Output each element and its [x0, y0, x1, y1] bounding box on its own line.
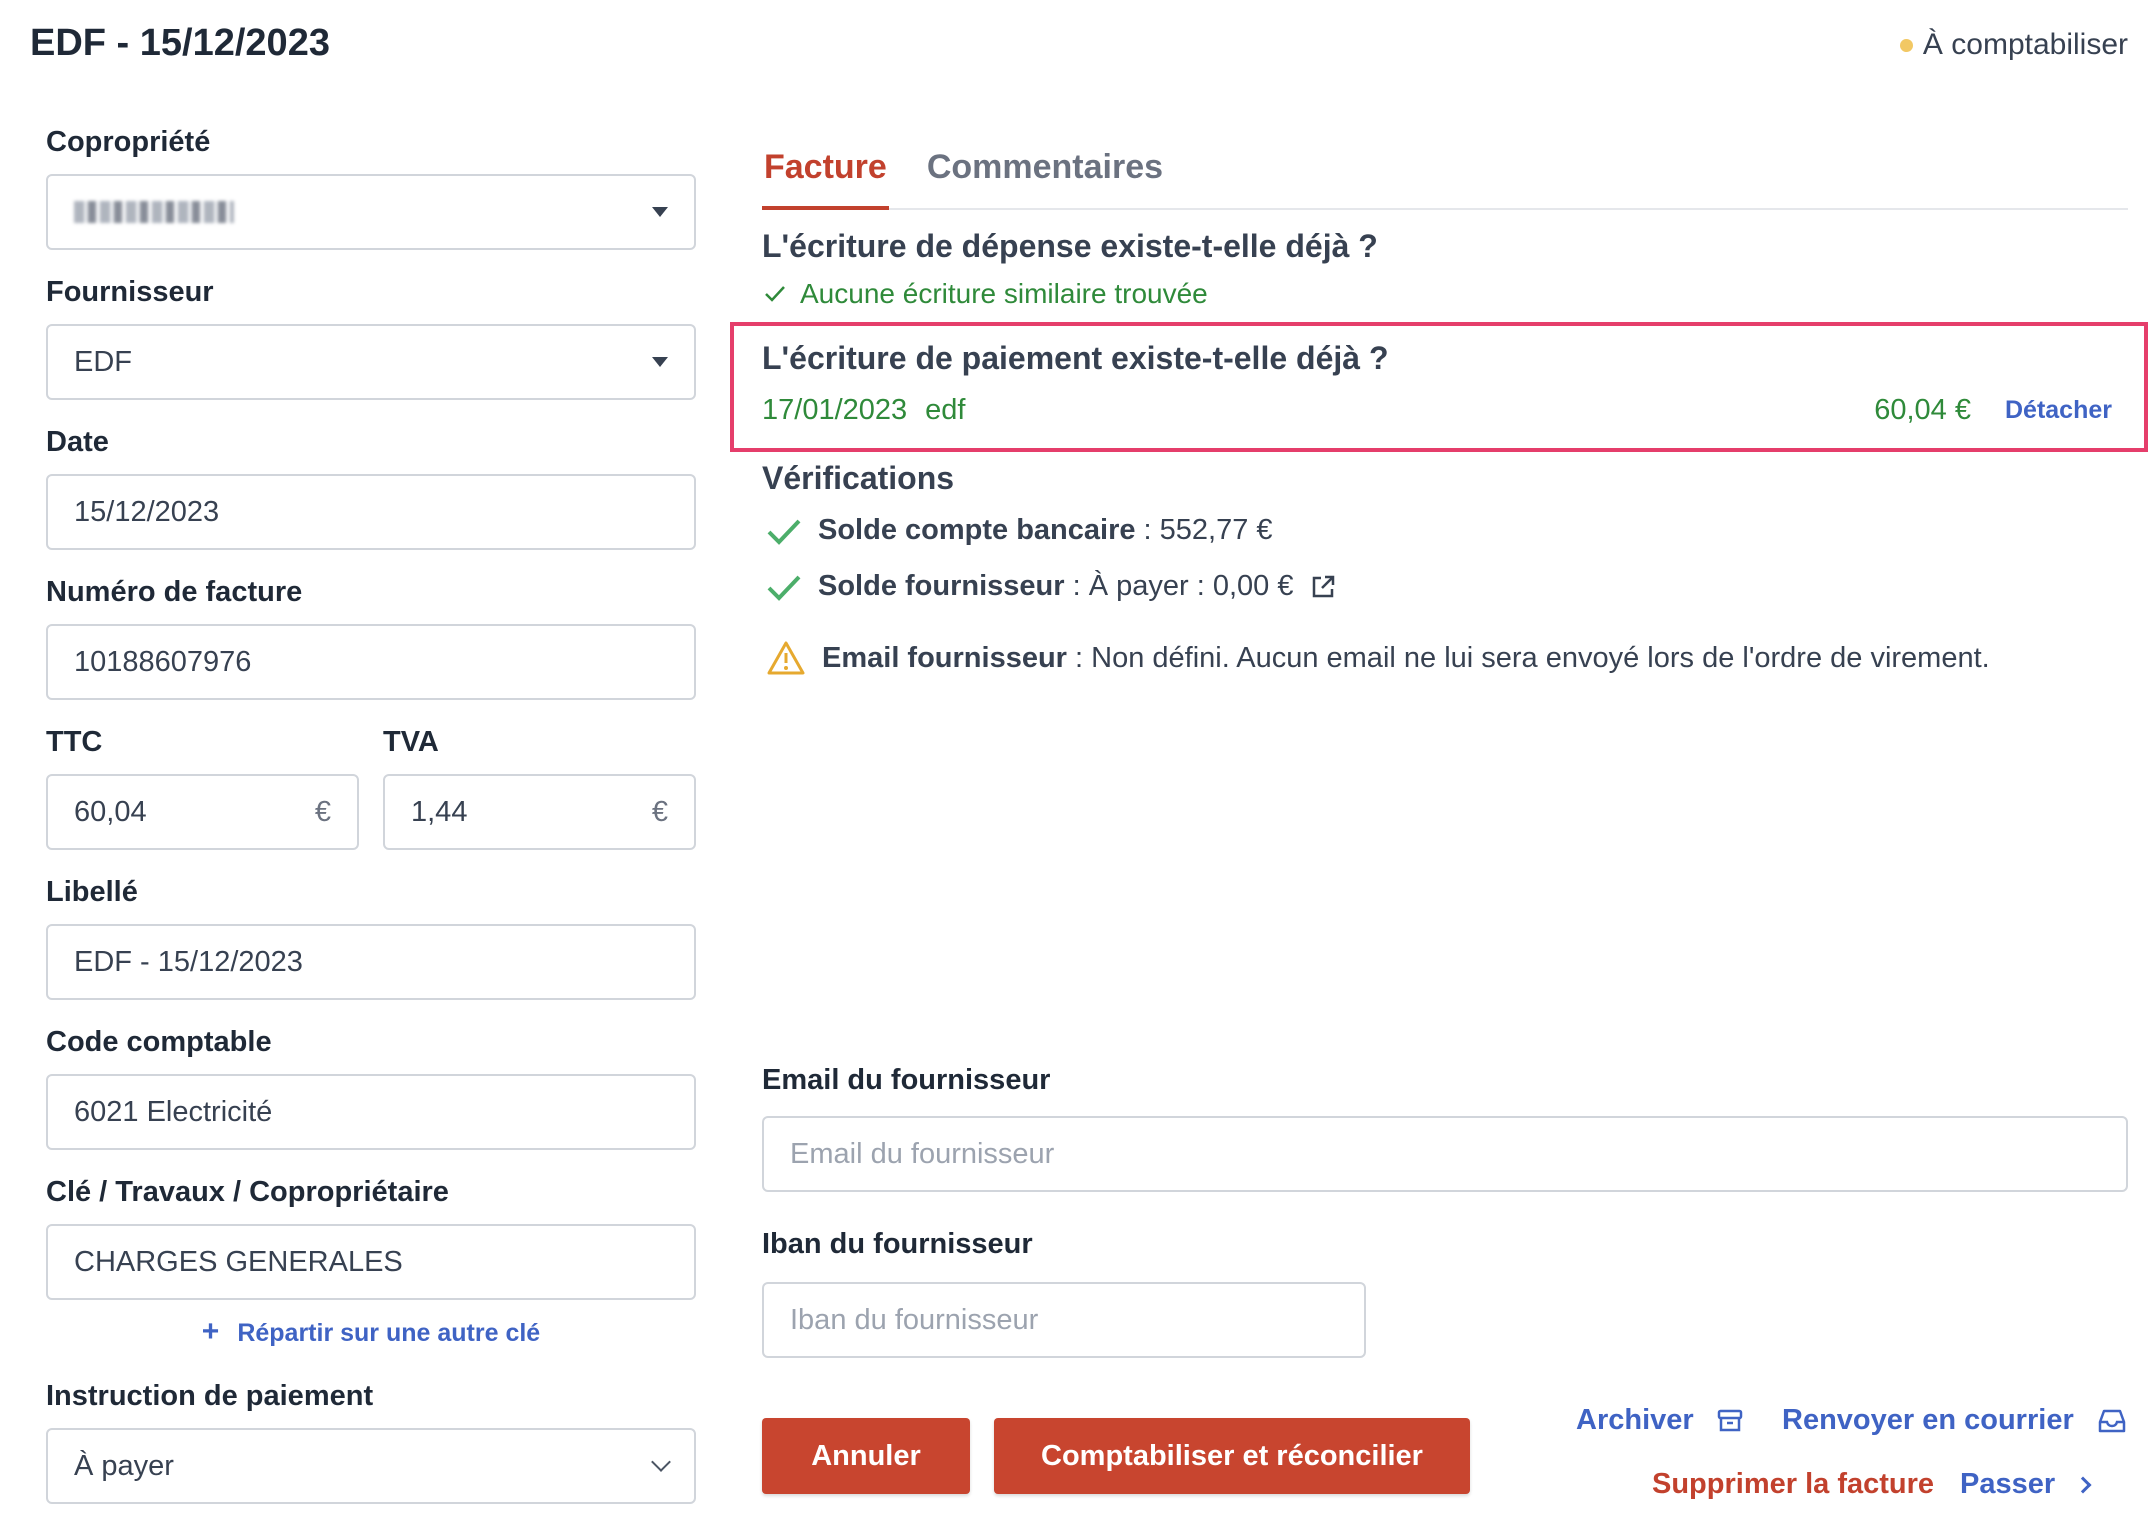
cle-label: Clé / Travaux / Copropriétaire — [46, 1176, 449, 1208]
tva-input[interactable]: 1,44 € — [383, 774, 696, 850]
cle-value: CHARGES GENERALES — [74, 1245, 403, 1278]
submit-button[interactable]: Comptabiliser et réconcilier — [994, 1418, 1470, 1494]
split-key-label: Répartir sur une autre clé — [237, 1319, 541, 1347]
invoice-number-label: Numéro de facture — [46, 576, 303, 608]
date-label: Date — [46, 426, 109, 458]
expense-check-title: L'écriture de dépense existe-t-elle déjà… — [762, 228, 1378, 264]
tva-value: 1,44 — [411, 795, 468, 828]
payment-instruction-value: À payer — [74, 1449, 174, 1482]
verification-bank-balance-name: Solde compte bancaire — [818, 514, 1136, 546]
expense-check-result: Aucune écriture similaire trouvée — [764, 278, 1208, 310]
invoice-form: Copropriété Fournisseur EDF Date 15/12/2… — [46, 122, 696, 1526]
verifications-title: Vérifications — [762, 460, 955, 496]
page-title: EDF - 15/12/2023 — [30, 22, 330, 64]
ttc-input[interactable]: 60,04 € — [46, 774, 359, 850]
tabs: Facture Commentaires — [762, 144, 2128, 210]
payment-match-date: 17/01/2023 — [762, 394, 908, 426]
skip-button[interactable]: Passer — [1960, 1468, 2092, 1501]
detach-button[interactable]: Détacher — [2005, 396, 2112, 425]
libelle-value: EDF - 15/12/2023 — [74, 945, 303, 978]
date-input[interactable]: 15/12/2023 — [46, 474, 696, 550]
ttc-value: 60,04 — [74, 795, 147, 828]
euro-icon: € — [651, 795, 668, 828]
warning-icon — [767, 641, 805, 675]
chevron-right-icon — [2074, 1476, 2092, 1493]
fournisseur-label: Fournisseur — [46, 276, 214, 308]
code-comptable-value: 6021 Electricité — [74, 1095, 273, 1128]
skip-label: Passer — [1960, 1468, 2056, 1500]
resend-mail-button[interactable]: Renvoyer en courrier — [1782, 1404, 2128, 1437]
caret-down-icon — [652, 357, 668, 367]
payment-instruction-select[interactable]: À payer — [46, 1428, 696, 1504]
supplier-iban-input[interactable]: Iban du fournisseur — [762, 1282, 1366, 1358]
tab-commentaires[interactable]: Commentaires — [925, 144, 1165, 210]
tva-label: TVA — [383, 726, 439, 758]
cancel-button[interactable]: Annuler — [762, 1418, 970, 1494]
check-icon — [767, 575, 801, 601]
libelle-input[interactable]: EDF - 15/12/2023 — [46, 924, 696, 1000]
check-icon — [767, 519, 801, 545]
status-label: À comptabiliser — [1922, 28, 2128, 61]
supplier-iban-label: Iban du fournisseur — [762, 1228, 1033, 1260]
archive-icon — [1717, 1409, 1742, 1431]
payment-check-title: L'écriture de paiement existe-t-elle déj… — [762, 340, 1389, 376]
verification-supplier-email: Email fournisseur : Non défini. Aucun em… — [766, 640, 1990, 676]
verification-supplier-balance-name: Solde fournisseur — [818, 570, 1065, 602]
verification-supplier-balance: Solde fournisseur : À payer : 0,00 € — [766, 570, 1337, 603]
fournisseur-value: EDF — [74, 345, 132, 378]
status-dot-icon — [1899, 38, 1913, 52]
archive-label: Archiver — [1576, 1404, 1694, 1436]
euro-icon: € — [314, 795, 331, 828]
verification-bank-balance: Solde compte bancaire : 552,77 € — [766, 514, 1273, 547]
supplier-email-input[interactable]: Email du fournisseur — [762, 1116, 2128, 1192]
archive-button[interactable]: Archiver — [1576, 1404, 1744, 1437]
delete-invoice-label: Supprimer la facture — [1652, 1468, 1935, 1500]
libelle-label: Libellé — [46, 876, 138, 908]
chevron-down-icon — [651, 1452, 671, 1472]
payment-match-row: 17/01/2023 edf 60,04 € Détacher — [762, 394, 2112, 427]
fournisseur-select[interactable]: EDF — [46, 324, 696, 400]
caret-down-icon — [652, 207, 668, 217]
external-link-icon[interactable] — [1309, 573, 1337, 601]
copropriete-value-blurred — [74, 201, 234, 223]
supplier-email-placeholder: Email du fournisseur — [790, 1137, 1055, 1170]
verification-supplier-email-name: Email fournisseur — [822, 641, 1067, 674]
invoice-number-value: 10188607976 — [74, 645, 252, 678]
tab-facture[interactable]: Facture — [762, 144, 889, 210]
invoice-number-input[interactable]: 10188607976 — [46, 624, 696, 700]
amounts-row: TTC 60,04 € TVA 1,44 € — [46, 722, 696, 872]
delete-invoice-button[interactable]: Supprimer la facture — [1652, 1468, 1934, 1501]
status-badge: À comptabiliser — [1899, 28, 2128, 62]
split-key-link[interactable]: + Répartir sur une autre clé — [46, 1312, 696, 1352]
plus-icon: + — [201, 1315, 220, 1348]
supplier-iban-placeholder: Iban du fournisseur — [790, 1303, 1039, 1336]
expense-check-result-text: Aucune écriture similaire trouvée — [800, 278, 1208, 309]
verification-supplier-email-value: : Non défini. Aucun email ne lui sera en… — [1066, 641, 1990, 674]
resend-mail-label: Renvoyer en courrier — [1782, 1404, 2074, 1436]
copropriete-label: Copropriété — [46, 126, 211, 158]
supplier-email-label: Email du fournisseur — [762, 1064, 1051, 1096]
payment-match-label: edf — [925, 394, 966, 426]
check-icon — [765, 286, 785, 302]
code-comptable-input[interactable]: 6021 Electricité — [46, 1074, 696, 1150]
verification-bank-balance-value: : 552,77 € — [1135, 514, 1273, 546]
copropriete-select[interactable] — [46, 174, 696, 250]
ttc-label: TTC — [46, 726, 103, 758]
cle-input[interactable]: CHARGES GENERALES — [46, 1224, 696, 1300]
inbox-icon — [2098, 1409, 2125, 1432]
payment-instruction-label: Instruction de paiement — [46, 1380, 374, 1412]
date-value: 15/12/2023 — [74, 495, 220, 528]
code-comptable-label: Code comptable — [46, 1026, 272, 1058]
verification-supplier-balance-value: : À payer : 0,00 € — [1064, 570, 1294, 602]
payment-match-amount: 60,04 € — [1874, 394, 1971, 426]
